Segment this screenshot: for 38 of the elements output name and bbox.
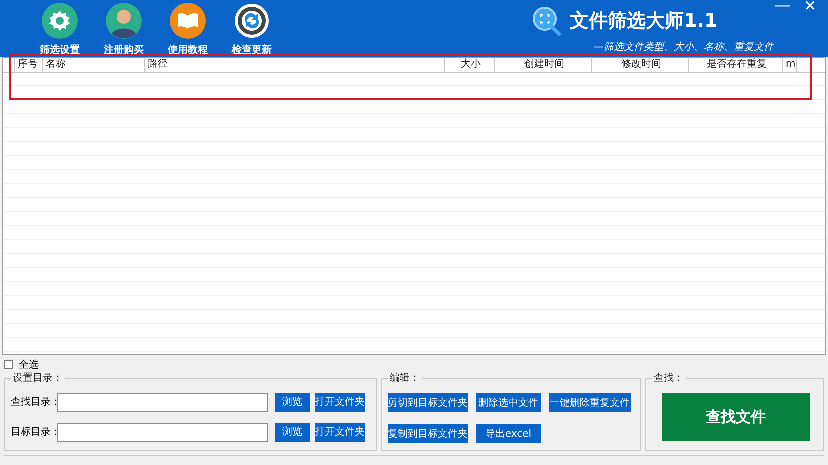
- browse-button[interactable]: 浏览: [275, 392, 310, 412]
- action-button[interactable]: 导出excel: [476, 424, 541, 443]
- checkbox[interactable]: [4, 360, 13, 369]
- column-header[interactable]: 创建时间: [495, 58, 592, 72]
- action-button[interactable]: 一键删除重复文件: [549, 393, 631, 412]
- input-field[interactable]: [57, 392, 268, 412]
- browse-button[interactable]: 浏览: [275, 422, 310, 442]
- book-icon: [170, 3, 206, 39]
- column-header[interactable]: m: [783, 58, 797, 72]
- minimize-button[interactable]: —: [775, 0, 790, 14]
- gear-icon: [42, 3, 78, 39]
- field-label: 目标目录：: [11, 426, 57, 439]
- find-files-button[interactable]: 查找文件: [662, 393, 810, 441]
- toolbar-button[interactable]: 注册购买: [104, 3, 144, 57]
- search-icon: [532, 6, 562, 36]
- column-header[interactable]: 是否存在重复: [689, 58, 783, 72]
- checkbox-label: 全选: [19, 358, 39, 372]
- app-title: 文件筛选大师1.1: [570, 9, 718, 34]
- input-field[interactable]: [57, 422, 268, 442]
- app-subtitle: —筛选文件类型、大小、名称、重复文件: [594, 40, 774, 54]
- refresh-icon: [234, 3, 270, 39]
- person-icon: [106, 3, 142, 39]
- group-title: 查找：: [653, 372, 686, 385]
- field-label: 查找目录：: [11, 396, 57, 409]
- group-title: 编辑：: [389, 372, 421, 385]
- action-button[interactable]: 剪切到目标文件夹: [388, 393, 468, 412]
- column-header[interactable]: 大小: [445, 58, 495, 72]
- action-button[interactable]: 复制到目标文件夹: [388, 424, 468, 443]
- close-button[interactable]: ✕: [804, 0, 817, 15]
- column-header[interactable]: 名称: [43, 58, 145, 72]
- action-button[interactable]: 删除选中文件: [476, 393, 541, 412]
- column-header[interactable]: 修改时间: [592, 58, 689, 72]
- open-folder-button[interactable]: 打开文件夹: [315, 392, 365, 412]
- open-folder-button[interactable]: 打开文件夹: [315, 422, 365, 442]
- column-header[interactable]: 序号: [15, 58, 43, 72]
- group-title: 设置目录：: [12, 372, 64, 385]
- toolbar-button[interactable]: 检查更新: [232, 3, 272, 57]
- column-header[interactable]: 路径: [145, 58, 445, 72]
